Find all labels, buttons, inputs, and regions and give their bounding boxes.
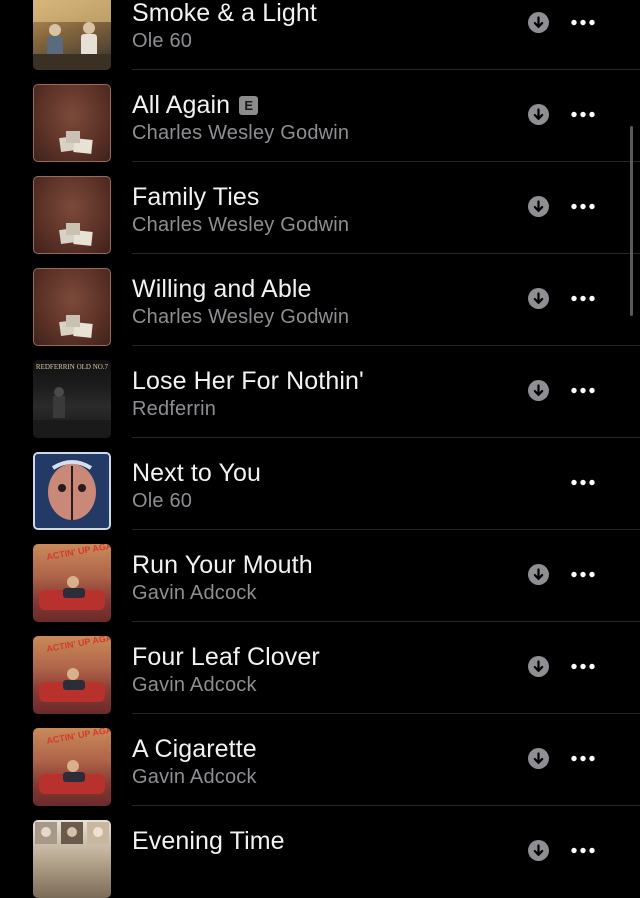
downloaded-icon [528,288,549,309]
more-options-icon[interactable] [566,196,600,217]
more-options-icon[interactable] [566,840,600,861]
song-artist: Redferrin [132,398,217,420]
song-row-four-leaf-clover[interactable]: ACTIN' UP AGAIN Four Leaf Clover Gavin A… [0,622,640,714]
song-title: Run Your Mouth [132,550,313,579]
more-options-icon[interactable] [566,12,600,33]
song-title: A Cigarette [132,734,257,763]
explicit-badge: E [239,95,259,115]
song-title: Smoke & a Light [132,0,317,27]
album-art-photo: REDFERRIN OLD NO.7 [33,363,111,438]
song-title-line: Evening Time [132,824,285,858]
album-art-photo: ACTIN' UP AGAIN [39,636,111,702]
song-title: Next to You [132,458,261,487]
song-title-line: Family Ties [132,180,260,214]
album-art-redferrin: REDFERRIN OLD NO.7 [33,360,111,438]
album-art-gavin-adcock: ACTIN' UP AGAIN [33,544,111,622]
more-options-icon[interactable] [566,472,600,493]
song-row-family-ties[interactable]: Family Ties Charles Wesley Godwin [0,162,640,254]
album-art-ole-60 [33,0,111,70]
album-art-text: ACTIN' UP AGAIN [46,636,111,654]
album-art-charles-wesley-godwin [33,268,111,346]
song-list: Smoke & a Light Ole 60 All Again E Charl… [0,0,640,898]
album-art-photo: ACTIN' UP AGAIN [39,728,111,794]
song-artist: Ole 60 [132,490,193,512]
song-row-willing-and-able[interactable]: Willing and Able Charles Wesley Godwin [0,254,640,346]
scroll-indicator[interactable] [630,126,633,316]
album-art-evening-time [33,820,111,898]
album-art-photos [59,315,93,338]
song-row-next-to-you[interactable]: Next to You Ole 60 [0,438,640,530]
album-art-gavin-adcock: ACTIN' UP AGAIN [33,636,111,714]
more-options-icon[interactable] [566,380,600,401]
album-art-photos [59,131,93,154]
song-title: All Again [132,90,231,119]
song-title-line: Smoke & a Light [132,0,317,30]
song-row-run-your-mouth[interactable]: ACTIN' UP AGAIN Run Your Mouth Gavin Adc… [0,530,640,622]
album-art-gavin-adcock: ACTIN' UP AGAIN [33,728,111,806]
song-title: Willing and Able [132,274,312,303]
more-options-icon[interactable] [566,748,600,769]
album-art-photo-collage [35,822,109,844]
album-art-illustration [35,454,109,528]
album-art-ole-60-next-to-you [33,452,111,530]
downloaded-icon [528,104,549,125]
album-art-photos [59,223,93,246]
song-row-evening-time[interactable]: Evening Time [0,806,640,898]
album-art-photo [33,0,111,70]
song-artist: Gavin Adcock [132,674,257,696]
album-art-photo: ACTIN' UP AGAIN [39,544,111,610]
song-title-line: A Cigarette [132,732,257,766]
song-title: Four Leaf Clover [132,642,320,671]
more-options-icon[interactable] [566,104,600,125]
more-options-icon[interactable] [566,288,600,309]
song-title-line: Next to You [132,456,261,490]
album-art-charles-wesley-godwin [33,176,111,254]
song-artist: Charles Wesley Godwin [132,306,350,328]
album-art-text: ACTIN' UP AGAIN [46,544,111,562]
downloaded-icon [528,380,549,401]
downloaded-icon [528,656,549,677]
song-artist: Ole 60 [132,30,193,52]
song-artist: Charles Wesley Godwin [132,122,350,144]
song-artist: Gavin Adcock [132,582,257,604]
song-title-line: Willing and Able [132,272,311,306]
song-artist: Gavin Adcock [132,766,257,788]
song-title-line: All Again E [132,88,259,122]
album-art-text: ACTIN' UP AGAIN [46,728,111,746]
more-options-icon[interactable] [566,564,600,585]
song-title: Lose Her For Nothin' [132,366,364,395]
song-title-line: Run Your Mouth [132,548,313,582]
more-options-icon[interactable] [566,656,600,677]
song-row-smoke-and-a-light[interactable]: Smoke & a Light Ole 60 [0,0,640,70]
downloaded-icon [528,12,549,33]
album-art-charles-wesley-godwin [33,84,111,162]
song-artist: Charles Wesley Godwin [132,214,350,236]
downloaded-icon [528,564,549,585]
song-title: Evening Time [132,826,285,855]
song-row-a-cigarette[interactable]: ACTIN' UP AGAIN A Cigarette Gavin Adcock [0,714,640,806]
song-row-lose-her-for-nothin[interactable]: REDFERRIN OLD NO.7 Lose Her For Nothin' … [0,346,640,438]
album-art-text: REDFERRIN OLD NO.7 [36,363,109,371]
song-row-all-again[interactable]: All Again E Charles Wesley Godwin [0,70,640,162]
song-title-line: Four Leaf Clover [132,640,320,674]
song-title-line: Lose Her For Nothin' [132,364,364,398]
downloaded-icon [528,196,549,217]
song-title: Family Ties [132,182,260,211]
downloaded-icon [528,748,549,769]
downloaded-icon [528,840,549,861]
